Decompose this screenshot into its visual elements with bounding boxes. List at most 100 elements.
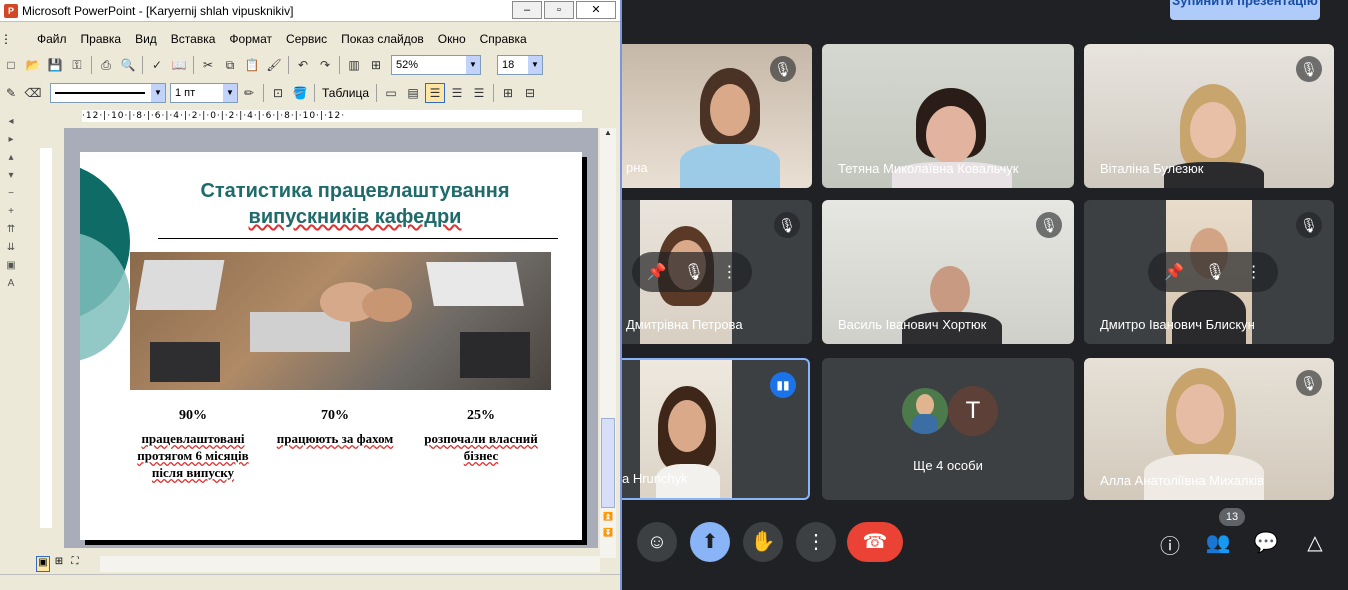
merge-cells-icon[interactable]: ▭: [381, 83, 401, 103]
chevron-down-icon: ▼: [223, 84, 237, 102]
scroll-up-icon[interactable]: ▲: [600, 128, 616, 142]
slide-photo[interactable]: [130, 252, 551, 390]
distribute-rows-icon[interactable]: ⊞: [498, 83, 518, 103]
format-painter-icon[interactable]: 🖌: [264, 55, 284, 75]
paste-icon[interactable]: 📋: [242, 55, 262, 75]
menu-view[interactable]: Вид: [128, 32, 164, 46]
zoom-select[interactable]: 52% ▼: [391, 55, 481, 75]
participant-tile[interactable]: 🎙 Віталіна Булезюк: [1084, 44, 1334, 188]
save-icon[interactable]: 💾: [45, 55, 65, 75]
prev-slide-icon[interactable]: ⏫: [600, 512, 616, 526]
normal-view-icon[interactable]: ▣: [36, 556, 50, 572]
tile-hover-controls[interactable]: 📌 🎙 ⋮: [1148, 252, 1278, 292]
expand-icon[interactable]: +: [3, 206, 19, 220]
menu-file[interactable]: Файл: [30, 32, 74, 46]
align-bottom-icon[interactable]: ☰: [469, 83, 489, 103]
stat-item[interactable]: 25% розпочали власний бізнес: [416, 408, 546, 464]
close-button[interactable]: ✕: [576, 1, 616, 19]
expand-all-icon[interactable]: ⇊: [3, 242, 19, 256]
borders-icon[interactable]: ⊡: [268, 83, 288, 103]
eraser-icon[interactable]: ⌫: [23, 83, 43, 103]
participant-tile[interactable]: 📌 🎙 ⋮ 🎙 Дмитро Іванович Блискун: [1084, 200, 1334, 344]
line-width-select[interactable]: 1 пт ▼: [170, 83, 238, 103]
cut-icon[interactable]: ✂: [198, 55, 218, 75]
distribute-cols-icon[interactable]: ⊟: [520, 83, 540, 103]
participant-name: рна: [626, 160, 648, 175]
more-options-button[interactable]: ⋮: [796, 522, 836, 562]
slide-title[interactable]: Статистика працевлаштування випускників …: [140, 178, 570, 230]
more-icon[interactable]: ⋮: [1246, 262, 1262, 282]
pin-icon[interactable]: 📌: [1164, 262, 1184, 282]
activities-icon[interactable]: △: [1302, 530, 1328, 555]
present-button[interactable]: ⬆: [690, 522, 730, 562]
collapse-all-icon[interactable]: ⇈: [3, 224, 19, 238]
avatar: [902, 388, 948, 434]
people-icon[interactable]: 👥: [1205, 530, 1231, 555]
next-slide-icon[interactable]: ⏬: [600, 528, 616, 542]
line-style-select[interactable]: ▼: [50, 83, 166, 103]
menu-edit[interactable]: Правка: [74, 32, 129, 46]
fill-color-icon[interactable]: 🪣: [290, 83, 310, 103]
stat-item[interactable]: 70% працюють за фахом: [270, 408, 400, 447]
chart-icon[interactable]: ▥: [344, 55, 364, 75]
table-icon[interactable]: ⊞: [366, 55, 386, 75]
undo-icon[interactable]: ↶: [293, 55, 313, 75]
scroll-thumb[interactable]: [601, 418, 615, 508]
table-menu-button[interactable]: Таблица: [318, 86, 373, 100]
research-icon[interactable]: 📖: [169, 55, 189, 75]
show-formatting-icon[interactable]: A: [3, 278, 19, 292]
menu-tools[interactable]: Сервис: [279, 32, 334, 46]
draw-table-icon[interactable]: ✎: [1, 83, 21, 103]
emoji-button[interactable]: ☺: [637, 522, 677, 562]
minimize-button[interactable]: –: [512, 1, 542, 19]
demote-icon[interactable]: ▸: [3, 134, 19, 148]
open-icon[interactable]: 📂: [23, 55, 43, 75]
participant-tile[interactable]: Тетяна Миколаївна Ковальчук: [822, 44, 1074, 188]
menu-slideshow[interactable]: Показ слайдов: [334, 32, 431, 46]
participant-tile[interactable]: 🎙 Алла Анатоліївна Михалків: [1084, 358, 1334, 500]
border-color-icon[interactable]: ✏: [239, 83, 259, 103]
align-center-icon[interactable]: ☰: [447, 83, 467, 103]
copy-icon[interactable]: ⧉: [220, 55, 240, 75]
horizontal-scrollbar[interactable]: [100, 556, 600, 572]
menu-help[interactable]: Справка: [473, 32, 534, 46]
participant-tile[interactable]: 🎙 Василь Іванович Хортюк: [822, 200, 1074, 344]
restore-button[interactable]: ▫: [544, 1, 574, 19]
standard-toolbar: □ 📂 💾 ⚿ ⎙ 🔍 ✓ 📖 ✂ ⧉ 📋 🖌 ↶ ↷ ▥ ⊞ 52% ▼ 18…: [0, 52, 620, 78]
stat-item[interactable]: 90% працевлаштовані протягом 6 місяців п…: [128, 408, 258, 481]
info-icon[interactable]: ⓘ: [1157, 530, 1183, 559]
permission-icon[interactable]: ⚿: [67, 55, 87, 75]
spelling-icon[interactable]: ✓: [147, 55, 167, 75]
menu-insert[interactable]: Вставка: [164, 32, 223, 46]
end-call-button[interactable]: ☎: [847, 522, 903, 562]
menu-window[interactable]: Окно: [431, 32, 473, 46]
preview-icon[interactable]: 🔍: [118, 55, 138, 75]
new-icon[interactable]: □: [1, 55, 21, 75]
align-top-icon[interactable]: ☰: [425, 83, 446, 103]
collapse-icon[interactable]: −: [3, 188, 19, 202]
menu-format[interactable]: Формат: [222, 32, 279, 46]
more-icon[interactable]: ⋮: [721, 262, 737, 282]
tile-hover-controls[interactable]: 📌 🎙 ⋮: [632, 252, 752, 292]
print-icon[interactable]: ⎙: [96, 55, 116, 75]
font-size-select[interactable]: 18 ▼: [497, 55, 543, 75]
move-down-icon[interactable]: ▾: [3, 170, 19, 184]
pin-icon[interactable]: 📌: [647, 262, 667, 282]
title-bar: P Microsoft PowerPoint - [Karyernij shla…: [0, 0, 620, 22]
participant-name: Алла Анатоліївна Михалків: [1100, 473, 1264, 488]
chat-icon[interactable]: 💬: [1253, 530, 1279, 555]
promote-icon[interactable]: ◂: [3, 116, 19, 130]
raise-hand-button[interactable]: ✋: [743, 522, 783, 562]
others-tile[interactable]: T Ще 4 особи: [822, 358, 1074, 500]
vertical-scrollbar[interactable]: ▲ ⏫ ⏬: [600, 128, 616, 558]
split-cells-icon[interactable]: ▤: [403, 83, 423, 103]
mic-off-icon: 🎙: [1204, 264, 1226, 281]
summary-slide-icon[interactable]: ▣: [3, 260, 19, 274]
stop-presenting-button[interactable]: Зупинити презентацію: [1170, 0, 1320, 20]
sorter-view-icon[interactable]: ⊞: [52, 556, 66, 572]
move-up-icon[interactable]: ▴: [3, 152, 19, 166]
view-buttons: ▣ ⊞ ⛶: [36, 556, 96, 572]
slide[interactable]: Статистика працевлаштування випускників …: [80, 152, 582, 540]
slideshow-view-icon[interactable]: ⛶: [68, 556, 82, 572]
redo-icon[interactable]: ↷: [315, 55, 335, 75]
